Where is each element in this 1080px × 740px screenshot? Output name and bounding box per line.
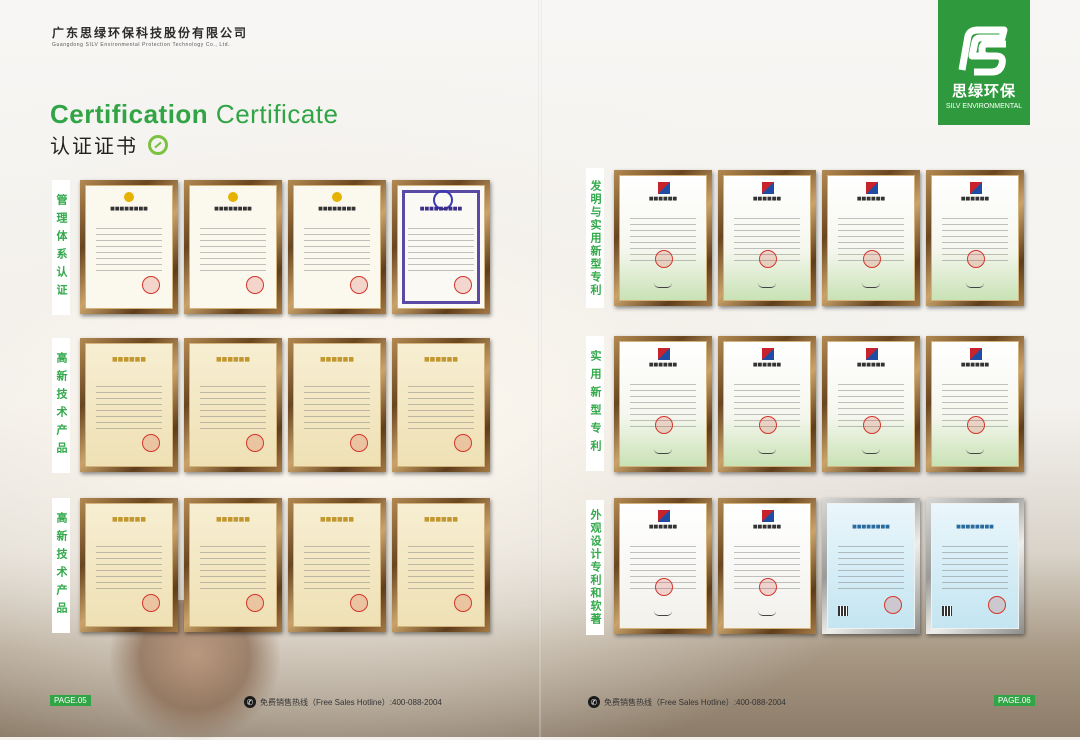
hotline-text: 免费销售热线（Free Sales Hotline）:400-088-2004 — [604, 697, 786, 707]
section-label-design-software: 外观设计专利和软著 — [586, 500, 604, 635]
certificate-frame: ■■■■■■ — [392, 498, 490, 632]
logo-name-en: SILV ENVIRONMENTAL — [945, 103, 1023, 110]
certificate-frame: ■■■■■■■■ — [184, 180, 282, 314]
certificate-frame: ■■■■■■ — [718, 170, 816, 306]
certificate-frame: ■■■■■■■■■ — [392, 180, 490, 314]
certificate-frame: ■■■■■■■■ — [80, 180, 178, 314]
heading-en-bold: Certification — [50, 99, 209, 129]
certificate-frame: ■■■■■■ — [184, 498, 282, 632]
certificate-frame: ■■■■■■■■ — [822, 498, 920, 634]
page-number-left: PAGE.05 — [50, 695, 91, 706]
heading-cn-text: 认证证书 — [50, 134, 138, 158]
certificate-frame: ■■■■■■■■ — [926, 498, 1024, 634]
certificate-frame: ■■■■■■ — [392, 338, 490, 472]
sales-hotline-right: ✆ 免费销售热线（Free Sales Hotline）:400-088-200… — [588, 696, 786, 708]
certificate-frame: ■■■■■■ — [926, 170, 1024, 306]
hotline-text: 免费销售热线（Free Sales Hotline）:400-088-2004 — [260, 697, 442, 707]
certificate-frame: ■■■■■■ — [614, 170, 712, 306]
section-label-hitech-1: 高新技术产品 — [52, 338, 70, 473]
check-circle-icon — [148, 134, 168, 155]
page-spine — [538, 0, 542, 737]
section-label-invention-patent: 发明与实用新型专利 — [586, 168, 604, 308]
brand-logo: 思绿环保 SILV ENVIRONMENTAL — [938, 0, 1030, 125]
certificate-frame: ■■■■■■ — [614, 336, 712, 472]
certificate-frame: ■■■■■■ — [614, 498, 712, 634]
company-name-cn: 广东思绿环保科技股份有限公司 — [52, 26, 249, 40]
certificate-frame: ■■■■■■ — [288, 338, 386, 472]
section-label-management: 管理体系认证 — [52, 180, 70, 315]
sales-hotline-left: ✆ 免费销售热线（Free Sales Hotline）:400-088-200… — [244, 696, 442, 708]
logo-name-cn: 思绿环保 — [951, 82, 1016, 100]
heading-en-light: Certificate — [215, 99, 339, 129]
certificate-frame: ■■■■■■ — [288, 498, 386, 632]
certificate-frame: ■■■■■■ — [822, 336, 920, 472]
certificate-frame: ■■■■■■ — [718, 336, 816, 472]
section-label-utility-patent: 实用新型专利 — [586, 336, 604, 471]
page-number-right: PAGE.06 — [994, 695, 1035, 706]
company-header: 广东思绿环保科技股份有限公司 Guangdong SILV Environmen… — [52, 24, 248, 48]
company-name-en: Guangdong SILV Environmental Protection … — [52, 42, 231, 48]
certificate-frame: ■■■■■■ — [80, 498, 178, 632]
section-label-hitech-2: 高新技术产品 — [52, 498, 70, 633]
certificate-frame: ■■■■■■ — [718, 498, 816, 634]
heading-en: Certification Certificate — [50, 100, 338, 128]
page-heading: Certification Certificate 认证证书 — [50, 100, 338, 159]
heading-cn: 认证证书 — [50, 130, 338, 159]
certificate-frame: ■■■■■■ — [926, 336, 1024, 472]
certificate-frame: ■■■■■■ — [184, 338, 282, 472]
phone-icon: ✆ — [244, 696, 256, 708]
certificate-frame: ■■■■■■ — [80, 338, 178, 472]
silv-logo-icon — [958, 26, 1008, 76]
phone-icon: ✆ — [588, 696, 600, 708]
certificate-frame: ■■■■■■■■ — [288, 180, 386, 314]
certificate-frame: ■■■■■■ — [822, 170, 920, 306]
